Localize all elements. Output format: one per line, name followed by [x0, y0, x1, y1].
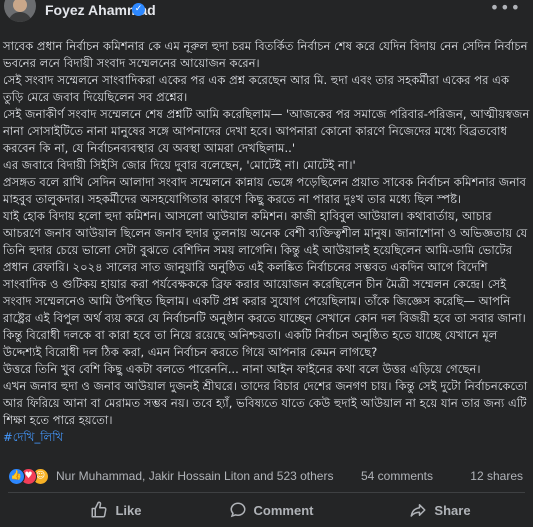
comments-count[interactable]: 54 comments [361, 469, 433, 483]
reactions-text[interactable]: Nur Muhammad, Jakir Hossain Liton and 52… [56, 469, 333, 483]
post-body: সাবেক প্রধান নির্বাচন কমিশনার কে এম নূরু… [3, 38, 531, 446]
share-button[interactable]: Share [380, 495, 500, 525]
post-paragraph: সাবেক প্রধান নির্বাচন কমিশনার কে এম নূরু… [3, 39, 528, 70]
post-paragraph: এখন জনাব হুদা ও জনাব আউয়াল দুজনই শ্রীঘর… [3, 379, 528, 427]
comment-icon [230, 502, 246, 518]
divider [8, 492, 525, 493]
post-paragraph: উত্তরে তিনি খুব বেশি কিছু একটা বলতে পারে… [3, 362, 481, 376]
hashtag-link[interactable]: #দেখি_লিখি [3, 429, 531, 446]
post-paragraph: সেই জনাকীর্ণ সংবাদ সম্মেলনে শেষ প্রশ্নটি… [3, 107, 530, 155]
like-reaction-icon: 👍 [8, 468, 25, 485]
post-paragraph: এর জবাবে বিদায়ী সিইসি জোর দিয়ে দুবার ব… [3, 158, 356, 172]
author-avatar[interactable] [4, 0, 36, 22]
reactions-summary: 👍 ♥ ☺ Nur Muhammad, Jakir Hossain Liton … [0, 466, 533, 488]
post-paragraph: সেই সংবাদ সম্মেলনে সাংবাদিকরা একের পর এক… [3, 73, 510, 104]
comment-label: Comment [253, 502, 314, 518]
like-label: Like [115, 502, 142, 518]
shares-count[interactable]: 12 shares [470, 469, 523, 483]
post-header: Foyez Ahammad ✓ ••• [0, 0, 533, 30]
like-button[interactable]: Like [56, 495, 176, 525]
share-label: Share [434, 502, 471, 518]
more-options-icon[interactable]: ••• [490, 0, 521, 17]
post-paragraph: প্রসঙ্গত বলে রাখি সেদিন আলাদা সংবাদ সম্ম… [3, 175, 526, 206]
post-actions: Like Comment Share [0, 495, 533, 525]
verified-badge-icon: ✓ [132, 3, 145, 16]
share-icon [410, 504, 426, 517]
reaction-icons[interactable]: 👍 ♥ ☺ [8, 468, 49, 486]
post-paragraph: যাই হোক বিদায় হলো হুদা কমিশন। আসলো আউয়… [3, 209, 528, 359]
comment-button[interactable]: Comment [206, 495, 336, 525]
thumbs-up-icon [91, 501, 107, 518]
